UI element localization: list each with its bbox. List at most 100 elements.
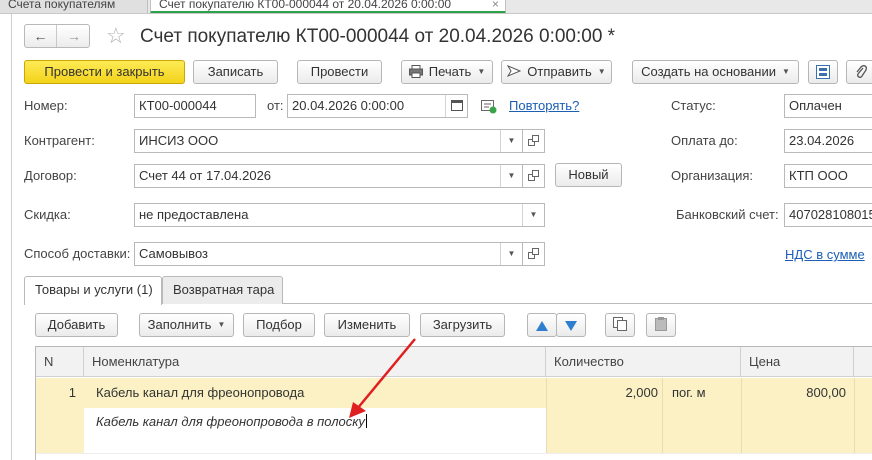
paste-icon — [655, 317, 667, 331]
number-field[interactable]: КТ00-000044 — [134, 94, 256, 118]
vat-in-sum-link[interactable]: НДС в сумме — [785, 245, 865, 265]
number-value: КТ00-000044 — [139, 98, 217, 113]
attachments-button[interactable] — [846, 60, 872, 84]
counterparty-field[interactable]: ИНСИЗ ООО ▼ — [134, 129, 523, 153]
pay-until-label: Оплата до: — [671, 133, 738, 148]
row-price[interactable]: 800,00 — [741, 378, 854, 408]
copy-icon — [613, 317, 627, 331]
chevron-down-icon: ▼ — [217, 320, 226, 329]
post-and-close-button[interactable]: Провести и закрыть — [24, 60, 185, 84]
selection-label: Подбор — [256, 317, 302, 332]
post-and-close-label: Провести и закрыть — [44, 64, 165, 79]
row-number: 1 — [68, 385, 76, 400]
calendar-button[interactable] — [445, 95, 467, 117]
discount-field[interactable]: не предоставлена ▼ — [134, 203, 545, 227]
repeat-link[interactable]: Повторять? — [509, 96, 579, 116]
structure-button[interactable] — [808, 60, 838, 84]
window-tab-label: Счета покупателям — [8, 0, 116, 11]
bank-account-field[interactable]: 407028108015 — [784, 203, 872, 227]
contract-value: Счет 44 от 17.04.2026 — [139, 168, 272, 183]
column-header-n[interactable]: N — [36, 347, 84, 377]
status-value: Оплачен — [789, 98, 842, 113]
column-divider — [662, 378, 663, 453]
tab-divider — [283, 303, 872, 304]
print-label: Печать — [428, 64, 472, 79]
chevron-down-icon[interactable]: ▼ — [500, 130, 522, 152]
load-button[interactable]: Загрузить — [420, 313, 505, 337]
description-value: Кабель канал для фреонопровода в полоску — [96, 414, 365, 429]
text-caret — [365, 414, 367, 428]
column-header-quantity[interactable]: Количество — [546, 347, 741, 377]
tab-returnable-packaging[interactable]: Возвратная тара — [162, 276, 283, 304]
print-button[interactable]: Печать ▼ — [401, 60, 493, 84]
window-tab-invoices-list[interactable]: Счета покупателям — [0, 0, 148, 13]
change-button[interactable]: Изменить — [324, 313, 410, 337]
chevron-down-icon: ▼ — [597, 67, 606, 76]
column-header-nomenclature[interactable]: Номенклатура — [84, 347, 546, 377]
column-divider — [546, 378, 547, 453]
fill-label: Заполнить — [147, 317, 212, 332]
send-button[interactable]: Отправить ▼ — [501, 60, 612, 84]
contract-field[interactable]: Счет 44 от 17.04.2026 ▼ — [134, 164, 523, 188]
window-tab-invoice[interactable]: Счет покупателю КТ00-000044 от 20.04.202… — [150, 0, 506, 13]
selection-button[interactable]: Подбор — [243, 313, 315, 337]
save-button[interactable]: Записать — [193, 60, 278, 84]
chevron-down-icon[interactable]: ▼ — [500, 165, 522, 187]
move-down-button[interactable] — [556, 313, 586, 337]
pay-until-field[interactable]: 23.04.2026 — [784, 129, 872, 153]
organization-label: Организация: — [671, 168, 754, 183]
tab-goods-services[interactable]: Товары и услуги (1) — [24, 276, 162, 305]
left-panel-edge — [0, 14, 12, 460]
bank-account-label: Банковский счет: — [676, 207, 779, 222]
fill-button[interactable]: Заполнить ▼ — [139, 313, 234, 337]
move-up-button[interactable] — [527, 313, 557, 337]
chevron-down-icon: ▼ — [477, 67, 486, 76]
window-tab-label: Счет покупателю КТ00-000044 от 20.04.202… — [159, 0, 452, 11]
chevron-down-icon[interactable]: ▼ — [500, 243, 522, 265]
status-field[interactable]: Оплачен — [784, 94, 872, 118]
row-quantity[interactable]: 2,000 — [546, 378, 666, 408]
send-icon — [507, 65, 522, 77]
paste-rows-button[interactable] — [646, 313, 676, 337]
description-editor[interactable]: Кабель канал для фреонопровода в полоску — [84, 408, 546, 453]
date-field[interactable]: 20.04.2026 0:00:00 — [287, 94, 468, 118]
open-contract-button[interactable] — [523, 164, 545, 188]
send-label: Отправить — [527, 64, 592, 79]
forward-arrow-icon[interactable]: → — [58, 25, 90, 47]
organization-value: КТП ООО — [789, 168, 848, 183]
post-button[interactable]: Провести — [297, 60, 382, 84]
discount-label: Скидка: — [24, 207, 71, 222]
row-unit[interactable]: пог. м — [672, 378, 738, 408]
repeat-schedule-icon — [481, 100, 497, 114]
organization-field[interactable]: КТП ООО — [784, 164, 872, 188]
date-value: 20.04.2026 0:00:00 — [292, 98, 405, 113]
add-row-button[interactable]: Добавить — [35, 313, 118, 337]
column-header-price[interactable]: Цена — [741, 347, 854, 377]
open-delivery-button[interactable] — [523, 242, 545, 266]
create-based-on-button[interactable]: Создать на основании ▼ — [632, 60, 799, 84]
counterparty-value: ИНСИЗ ООО — [139, 133, 219, 148]
chevron-down-icon: ▼ — [781, 67, 790, 76]
arrow-down-icon — [565, 320, 577, 331]
row-nomenclature[interactable]: Кабель канал для фреонопровода — [96, 378, 536, 408]
bank-account-value: 407028108015 — [789, 207, 872, 222]
save-label: Записать — [207, 64, 264, 79]
counterparty-label: Контрагент: — [24, 133, 95, 148]
description-text: Кабель канал для фреонопровода в полоску — [96, 414, 367, 429]
open-counterparty-button[interactable] — [523, 129, 545, 153]
favorite-star-icon[interactable]: ☆ — [106, 22, 126, 50]
copy-rows-button[interactable] — [605, 313, 635, 337]
delivery-label: Способ доставки: — [24, 246, 131, 261]
document-structure-icon — [816, 65, 830, 79]
close-icon[interactable]: × — [492, 0, 499, 11]
delivery-field[interactable]: Самовывоз ▼ — [134, 242, 523, 266]
pay-until-value: 23.04.2026 — [789, 133, 855, 148]
nav-button-group: ← → — [24, 24, 90, 48]
column-divider — [741, 378, 742, 453]
back-arrow-icon[interactable]: ← — [25, 25, 57, 47]
chevron-down-icon[interactable]: ▼ — [522, 204, 544, 226]
new-contract-button[interactable]: Новый — [555, 163, 622, 187]
goods-table: N Номенклатура Количество Цена 1 Кабель … — [35, 346, 872, 460]
table-row[interactable]: 1 Кабель канал для фреонопровода 2,000 п… — [36, 378, 872, 408]
date-label: от: — [267, 98, 284, 113]
